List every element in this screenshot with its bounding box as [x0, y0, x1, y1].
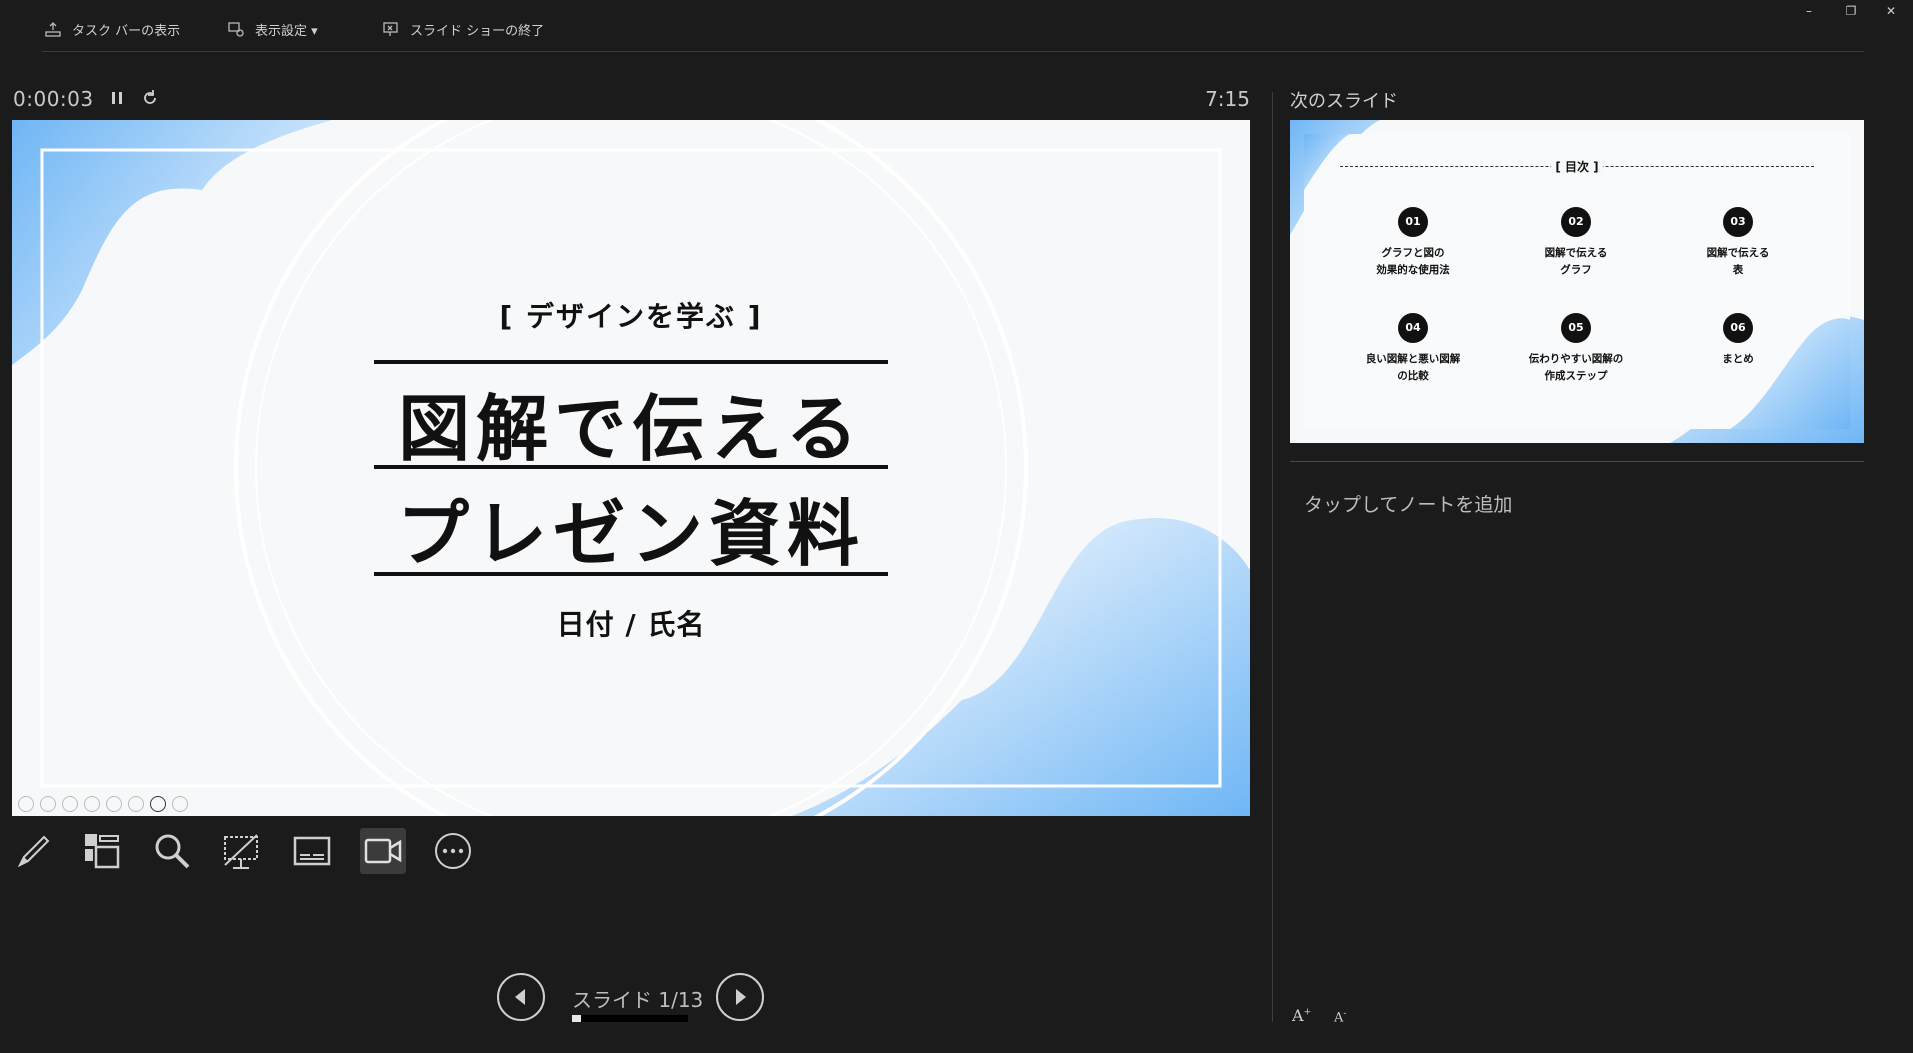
elapsed-timer: 0:00:03	[13, 87, 94, 111]
previous-arrow-icon	[515, 989, 525, 1005]
toc-number: 06	[1723, 313, 1753, 343]
mini-next-icon[interactable]	[40, 796, 56, 812]
next-slide-label: 次のスライド	[1290, 91, 1398, 112]
current-time: 7:15	[1205, 87, 1250, 111]
subtitles-button[interactable]	[289, 828, 335, 874]
title-rule-bottom	[374, 572, 888, 576]
camera-button[interactable]	[360, 828, 406, 874]
toc-label: まとめ	[1722, 353, 1754, 365]
title-rule-top	[374, 360, 888, 364]
subtitles-icon	[293, 836, 331, 866]
zoom-button[interactable]	[149, 828, 195, 874]
decrease-font-label: A	[1334, 1010, 1344, 1026]
toc-item: 02 図解で伝える グラフ	[1501, 207, 1651, 279]
notes-divider	[1290, 461, 1864, 462]
zoom-icon	[155, 834, 190, 869]
slide-date-name: 日付 / 氏名	[556, 608, 706, 641]
toc-number: 01	[1398, 207, 1428, 237]
mini-camera-icon[interactable]	[150, 796, 166, 812]
toc-label: 伝わりやすい図解の 作成ステップ	[1528, 353, 1624, 382]
slide-progress-fill	[572, 1015, 581, 1022]
end-slideshow-label: スライド ショーの終了	[410, 23, 545, 39]
black-screen-button[interactable]	[218, 828, 264, 874]
toc-item: 05 伝わりやすい図解の 作成ステップ	[1501, 313, 1651, 385]
slide-mini-toolbar	[18, 796, 188, 812]
minimize-button[interactable]: –	[1800, 4, 1818, 20]
restore-button[interactable]: ❐	[1842, 4, 1860, 20]
end-slideshow-icon	[383, 22, 398, 36]
toc-title: [ 目次 ]	[1290, 158, 1864, 175]
black-screen-icon	[224, 834, 258, 869]
previous-slide-button[interactable]	[497, 973, 545, 1021]
show-taskbar-button[interactable]: タスク バーの表示	[44, 18, 180, 40]
camera-icon	[364, 838, 402, 864]
mini-more-icon[interactable]	[172, 796, 188, 812]
mini-zoom-icon[interactable]	[106, 796, 122, 812]
toc-item: 01 グラフと図の 効果的な使用法	[1338, 207, 1488, 279]
taskbar-icon	[45, 22, 61, 37]
reset-timer-icon[interactable]	[141, 89, 159, 107]
mini-pen-icon[interactable]	[62, 796, 78, 812]
mini-prev-icon[interactable]	[18, 796, 34, 812]
close-button[interactable]: ✕	[1882, 4, 1900, 20]
show-taskbar-label: タスク バーの表示	[72, 23, 181, 39]
next-slide-button[interactable]	[716, 973, 764, 1021]
title-rule-middle	[374, 465, 888, 469]
more-options-icon	[435, 833, 471, 869]
toc-label: 図解で伝える 表	[1706, 247, 1770, 276]
pen-tool-button[interactable]	[11, 828, 57, 874]
slide-progress-bar	[572, 1015, 688, 1022]
increase-font-button[interactable]: A+	[1292, 1006, 1311, 1025]
toc-number: 03	[1723, 207, 1753, 237]
see-all-slides-button[interactable]	[79, 828, 125, 874]
decrease-font-button[interactable]: A-	[1334, 1009, 1346, 1025]
mini-slides-icon[interactable]	[84, 796, 100, 812]
slide-title-line2: プレゼン資料	[396, 492, 865, 576]
more-options-button[interactable]	[430, 828, 476, 874]
pause-icon[interactable]	[108, 89, 126, 107]
toc-label: 良い図解と悪い図解 の比較	[1365, 353, 1461, 382]
display-settings-label: 表示設定 ▾	[255, 23, 318, 39]
pane-divider[interactable]	[1272, 92, 1273, 1022]
display-settings-icon	[228, 22, 244, 37]
toc-number: 05	[1561, 313, 1591, 343]
toolbar-divider	[42, 51, 1864, 52]
increase-font-label: A	[1292, 1006, 1304, 1025]
current-slide[interactable]: [ デザインを学ぶ ] 図解で伝える プレゼン資料 日付 / 氏名	[12, 120, 1250, 816]
toc-item: 04 良い図解と悪い図解 の比較	[1338, 313, 1488, 385]
toc-number: 02	[1561, 207, 1591, 237]
notes-area[interactable]: タップしてノートを追加	[1304, 490, 1512, 517]
slide-counter: スライド 1/13	[572, 988, 704, 1012]
toc-label: 図解で伝える グラフ	[1544, 247, 1608, 276]
slide-title-line1: 図解で伝える	[398, 387, 864, 471]
next-slide-thumbnail[interactable]: [ 目次 ] 01 グラフと図の 効果的な使用法 02 図解で伝える グラフ 0…	[1290, 120, 1864, 443]
toc-item: 03 図解で伝える 表	[1663, 207, 1813, 279]
slide-subtitle: [ デザインを学ぶ ]	[499, 300, 763, 333]
toc-item: 06 まとめ	[1663, 313, 1813, 368]
next-arrow-icon	[736, 989, 746, 1005]
toc-number: 04	[1398, 313, 1428, 343]
end-slideshow-button[interactable]: スライド ショーの終了	[382, 18, 544, 40]
see-all-slides-icon	[85, 834, 120, 869]
pen-icon	[17, 835, 50, 868]
toc-label: グラフと図の 効果的な使用法	[1376, 247, 1450, 276]
display-settings-button[interactable]: 表示設定 ▾	[227, 18, 318, 40]
mini-subtitle-icon[interactable]	[128, 796, 144, 812]
